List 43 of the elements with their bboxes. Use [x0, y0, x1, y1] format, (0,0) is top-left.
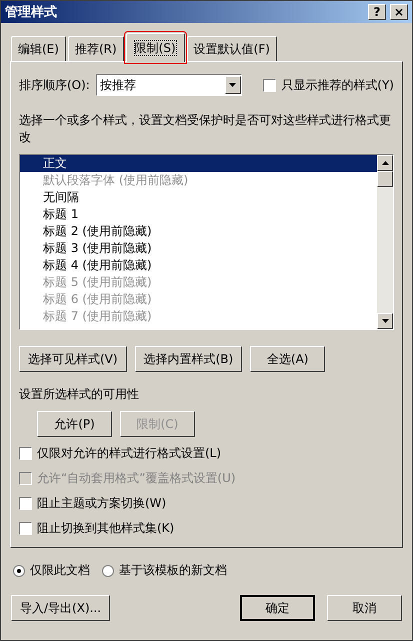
dropdown-arrow-icon	[229, 83, 236, 87]
tab[interactable]: 推荐(R)	[68, 36, 124, 61]
style-list-item[interactable]: 无间隔	[20, 189, 377, 206]
down-arrow-icon	[382, 319, 388, 323]
checkbox-label: 阻止切换到其他样式集(K)	[37, 520, 174, 537]
instruction-text: 选择一个或多个样式，设置文档受保护时是否可对这些样式进行格式更改	[19, 112, 392, 146]
scroll-down-button[interactable]	[377, 313, 393, 329]
checkbox[interactable]	[19, 522, 32, 535]
checkbox-label: 阻止主题或方案切换(W)	[37, 495, 166, 512]
tab[interactable]: 设置默认值(F)	[186, 36, 277, 61]
style-list-item[interactable]: 标题 3 (使用前隐藏)	[20, 240, 377, 257]
radio-label: 基于该模板的新文档	[119, 562, 227, 579]
sort-label: 排序顺序(O):	[19, 76, 90, 94]
radio-label: 仅限此文档	[30, 562, 90, 579]
close-button[interactable]: ×	[390, 4, 408, 20]
import-export-button[interactable]: 导入/导出(X)...	[11, 595, 110, 621]
allow-button[interactable]: 允许(P)	[37, 411, 112, 437]
up-arrow-icon	[382, 161, 388, 165]
scroll-thumb[interactable]	[377, 171, 393, 187]
window-title: 管理样式	[5, 4, 57, 21]
checkbox[interactable]	[263, 78, 276, 92]
select-button[interactable]: 选择可见样式(V)	[19, 346, 127, 372]
select-button[interactable]: 选择内置样式(B)	[134, 346, 242, 372]
tab[interactable]: 编辑(E)	[11, 36, 66, 61]
checkbox[interactable]	[19, 447, 32, 460]
help-button[interactable]: ?	[368, 4, 386, 20]
select-button[interactable]: 全选(A)	[250, 346, 326, 372]
style-list-item[interactable]: 标题 2 (使用前隐藏)	[20, 223, 377, 240]
checkbox[interactable]	[19, 497, 32, 510]
availability-label: 设置所选样式的可用性	[19, 386, 140, 403]
radio-button[interactable]	[102, 564, 114, 576]
style-list-item[interactable]: 正文	[20, 155, 377, 172]
ok-button[interactable]: 确定	[240, 595, 315, 621]
checkbox-label: 只显示推荐的样式(Y)	[281, 76, 394, 94]
checkbox-label: 仅限对允许的样式进行格式设置(L)	[37, 445, 222, 462]
checkbox-label: 允许“自动套用格式”覆盖格式设置(U)	[37, 470, 236, 487]
scroll-up-button[interactable]	[377, 155, 393, 171]
sort-dropdown[interactable]: 按推荐	[96, 74, 242, 96]
style-list-item[interactable]: 标题 1	[20, 206, 377, 223]
tab[interactable]: 限制(S)	[126, 33, 185, 62]
style-list-item[interactable]: 标题 4 (使用前隐藏)	[20, 257, 377, 274]
radio-button[interactable]	[13, 564, 25, 576]
cancel-button[interactable]: 取消	[327, 595, 402, 621]
